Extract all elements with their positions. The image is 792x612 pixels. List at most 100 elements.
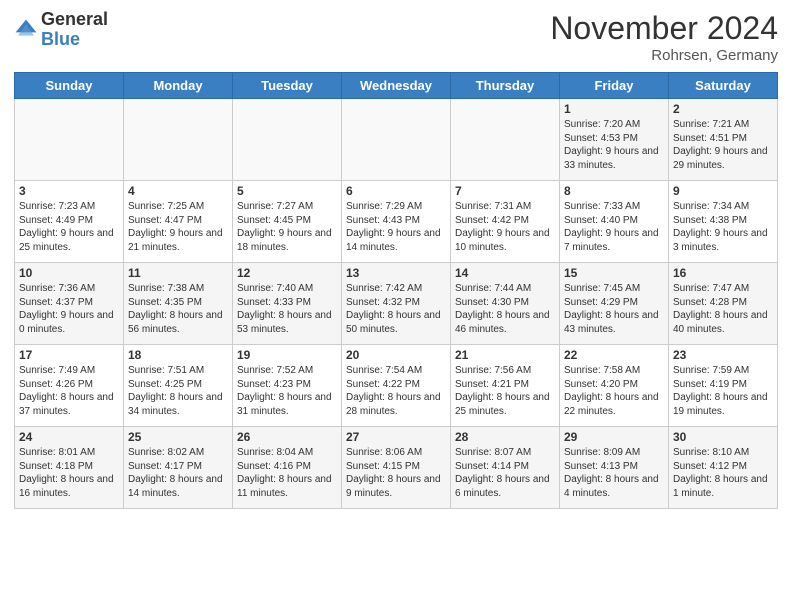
day-info: Sunrise: 7:36 AMSunset: 4:37 PMDaylight:… bbox=[19, 282, 119, 336]
day-info: Sunrise: 7:52 AMSunset: 4:23 PMDaylight:… bbox=[237, 364, 337, 418]
day-number: 15 bbox=[564, 266, 664, 280]
day-number: 11 bbox=[128, 266, 228, 280]
header-friday: Friday bbox=[560, 73, 669, 99]
calendar-cell: 28Sunrise: 8:07 AMSunset: 4:14 PMDayligh… bbox=[451, 427, 560, 509]
calendar-cell: 14Sunrise: 7:44 AMSunset: 4:30 PMDayligh… bbox=[451, 263, 560, 345]
calendar-cell: 1 Sunrise: 7:20 AMSunset: 4:53 PMDaylight… bbox=[560, 99, 669, 181]
day-info: Sunrise: 8:07 AMSunset: 4:14 PMDaylight:… bbox=[455, 446, 555, 500]
day-info: Sunrise: 7:33 AMSunset: 4:40 PMDaylight:… bbox=[564, 200, 664, 254]
header-thursday: Thursday bbox=[451, 73, 560, 99]
day-info: Sunrise: 8:02 AMSunset: 4:17 PMDaylight:… bbox=[128, 446, 228, 500]
page-header: General Blue November 2024 Rohrsen, Germ… bbox=[14, 10, 778, 64]
calendar-cell: 30 Sunrise: 8:10 AMSunset: 4:12 PMDayligh… bbox=[669, 427, 778, 509]
day-number: 19 bbox=[237, 348, 337, 362]
calendar-cell: 8 Sunrise: 7:33 AMSunset: 4:40 PMDaylight… bbox=[560, 181, 669, 263]
day-number: 6 bbox=[346, 184, 446, 198]
day-number: 13 bbox=[346, 266, 446, 280]
location-subtitle: Rohrsen, Germany bbox=[550, 47, 778, 64]
day-info: Sunrise: 7:34 AMSunset: 4:38 PMDaylight:… bbox=[673, 200, 773, 254]
day-number: 24 bbox=[19, 430, 119, 444]
header-saturday: Saturday bbox=[669, 73, 778, 99]
day-number: 18 bbox=[128, 348, 228, 362]
day-number: 22 bbox=[564, 348, 664, 362]
day-number: 4 bbox=[128, 184, 228, 198]
day-info: Sunrise: 7:58 AMSunset: 4:20 PMDaylight:… bbox=[564, 364, 664, 418]
calendar-cell: 15 Sunrise: 7:45 AMSunset: 4:29 PMDayligh… bbox=[560, 263, 669, 345]
day-number: 20 bbox=[346, 348, 446, 362]
day-info: Sunrise: 7:38 AMSunset: 4:35 PMDaylight:… bbox=[128, 282, 228, 336]
calendar-cell: 18 Sunrise: 7:51 AMSunset: 4:25 PMDayligh… bbox=[124, 345, 233, 427]
day-number: 1 bbox=[564, 102, 664, 116]
calendar-cell: 2Sunrise: 7:21 AMSunset: 4:51 PMDaylight… bbox=[669, 99, 778, 181]
day-number: 5 bbox=[237, 184, 337, 198]
calendar-body: 1 Sunrise: 7:20 AMSunset: 4:53 PMDaylight… bbox=[15, 99, 778, 509]
day-info: Sunrise: 7:54 AMSunset: 4:22 PMDaylight:… bbox=[346, 364, 446, 418]
day-info: Sunrise: 8:09 AMSunset: 4:13 PMDaylight:… bbox=[564, 446, 664, 500]
calendar-cell: 6 Sunrise: 7:29 AMSunset: 4:43 PMDaylight… bbox=[342, 181, 451, 263]
header-tuesday: Tuesday bbox=[233, 73, 342, 99]
calendar-week-2: 3 Sunrise: 7:23 AMSunset: 4:49 PMDaylight… bbox=[15, 181, 778, 263]
day-info: Sunrise: 7:59 AMSunset: 4:19 PMDaylight:… bbox=[673, 364, 773, 418]
day-info: Sunrise: 7:21 AMSunset: 4:51 PMDaylight:… bbox=[673, 118, 773, 172]
day-info: Sunrise: 7:49 AMSunset: 4:26 PMDaylight:… bbox=[19, 364, 119, 418]
calendar-cell bbox=[342, 99, 451, 181]
logo-general-text: General bbox=[41, 10, 108, 30]
day-number: 23 bbox=[673, 348, 773, 362]
calendar-cell bbox=[451, 99, 560, 181]
day-info: Sunrise: 7:44 AMSunset: 4:30 PMDaylight:… bbox=[455, 282, 555, 336]
calendar-week-1: 1 Sunrise: 7:20 AMSunset: 4:53 PMDaylight… bbox=[15, 99, 778, 181]
day-number: 27 bbox=[346, 430, 446, 444]
day-info: Sunrise: 7:20 AMSunset: 4:53 PMDaylight:… bbox=[564, 118, 664, 172]
calendar-cell: 26Sunrise: 8:04 AMSunset: 4:16 PMDayligh… bbox=[233, 427, 342, 509]
day-number: 10 bbox=[19, 266, 119, 280]
day-number: 7 bbox=[455, 184, 555, 198]
day-info: Sunrise: 7:51 AMSunset: 4:25 PMDaylight:… bbox=[128, 364, 228, 418]
day-info: Sunrise: 7:29 AMSunset: 4:43 PMDaylight:… bbox=[346, 200, 446, 254]
day-number: 8 bbox=[564, 184, 664, 198]
header-sunday: Sunday bbox=[15, 73, 124, 99]
day-info: Sunrise: 7:56 AMSunset: 4:21 PMDaylight:… bbox=[455, 364, 555, 418]
header-row: Sunday Monday Tuesday Wednesday Thursday… bbox=[15, 73, 778, 99]
calendar-cell: 12 Sunrise: 7:40 AMSunset: 4:33 PMDayligh… bbox=[233, 263, 342, 345]
day-info: Sunrise: 8:06 AMSunset: 4:15 PMDaylight:… bbox=[346, 446, 446, 500]
calendar-cell: 25Sunrise: 8:02 AMSunset: 4:17 PMDayligh… bbox=[124, 427, 233, 509]
day-info: Sunrise: 7:23 AMSunset: 4:49 PMDaylight:… bbox=[19, 200, 119, 254]
calendar-cell: 9 Sunrise: 7:34 AMSunset: 4:38 PMDaylight… bbox=[669, 181, 778, 263]
calendar-cell bbox=[124, 99, 233, 181]
header-wednesday: Wednesday bbox=[342, 73, 451, 99]
calendar-week-4: 17Sunrise: 7:49 AMSunset: 4:26 PMDayligh… bbox=[15, 345, 778, 427]
calendar-cell bbox=[15, 99, 124, 181]
calendar-cell: 17Sunrise: 7:49 AMSunset: 4:26 PMDayligh… bbox=[15, 345, 124, 427]
day-info: Sunrise: 7:31 AMSunset: 4:42 PMDaylight:… bbox=[455, 200, 555, 254]
logo-text: General Blue bbox=[41, 10, 108, 50]
title-section: November 2024 Rohrsen, Germany bbox=[550, 10, 778, 64]
calendar-cell: 3 Sunrise: 7:23 AMSunset: 4:49 PMDaylight… bbox=[15, 181, 124, 263]
calendar-cell: 10 Sunrise: 7:36 AMSunset: 4:37 PMDayligh… bbox=[15, 263, 124, 345]
day-info: Sunrise: 8:04 AMSunset: 4:16 PMDaylight:… bbox=[237, 446, 337, 500]
calendar-cell: 4Sunrise: 7:25 AMSunset: 4:47 PMDaylight… bbox=[124, 181, 233, 263]
day-info: Sunrise: 7:40 AMSunset: 4:33 PMDaylight:… bbox=[237, 282, 337, 336]
day-number: 9 bbox=[673, 184, 773, 198]
day-number: 30 bbox=[673, 430, 773, 444]
day-info: Sunrise: 8:01 AMSunset: 4:18 PMDaylight:… bbox=[19, 446, 119, 500]
calendar-cell: 20 Sunrise: 7:54 AMSunset: 4:22 PMDayligh… bbox=[342, 345, 451, 427]
day-number: 21 bbox=[455, 348, 555, 362]
day-info: Sunrise: 8:10 AMSunset: 4:12 PMDaylight:… bbox=[673, 446, 773, 500]
day-number: 3 bbox=[19, 184, 119, 198]
day-info: Sunrise: 7:45 AMSunset: 4:29 PMDaylight:… bbox=[564, 282, 664, 336]
month-title: November 2024 bbox=[550, 10, 778, 47]
logo-blue-text: Blue bbox=[41, 30, 108, 50]
logo: General Blue bbox=[14, 10, 108, 50]
calendar-cell: 16Sunrise: 7:47 AMSunset: 4:28 PMDayligh… bbox=[669, 263, 778, 345]
calendar-table: Sunday Monday Tuesday Wednesday Thursday… bbox=[14, 72, 778, 509]
day-info: Sunrise: 7:42 AMSunset: 4:32 PMDaylight:… bbox=[346, 282, 446, 336]
calendar-cell: 19 Sunrise: 7:52 AMSunset: 4:23 PMDayligh… bbox=[233, 345, 342, 427]
calendar-header: Sunday Monday Tuesday Wednesday Thursday… bbox=[15, 73, 778, 99]
calendar-cell: 27 Sunrise: 8:06 AMSunset: 4:15 PMDayligh… bbox=[342, 427, 451, 509]
calendar-cell: 29 Sunrise: 8:09 AMSunset: 4:13 PMDayligh… bbox=[560, 427, 669, 509]
calendar-week-3: 10 Sunrise: 7:36 AMSunset: 4:37 PMDayligh… bbox=[15, 263, 778, 345]
calendar-cell: 13 Sunrise: 7:42 AMSunset: 4:32 PMDayligh… bbox=[342, 263, 451, 345]
day-number: 12 bbox=[237, 266, 337, 280]
day-info: Sunrise: 7:47 AMSunset: 4:28 PMDaylight:… bbox=[673, 282, 773, 336]
day-number: 29 bbox=[564, 430, 664, 444]
